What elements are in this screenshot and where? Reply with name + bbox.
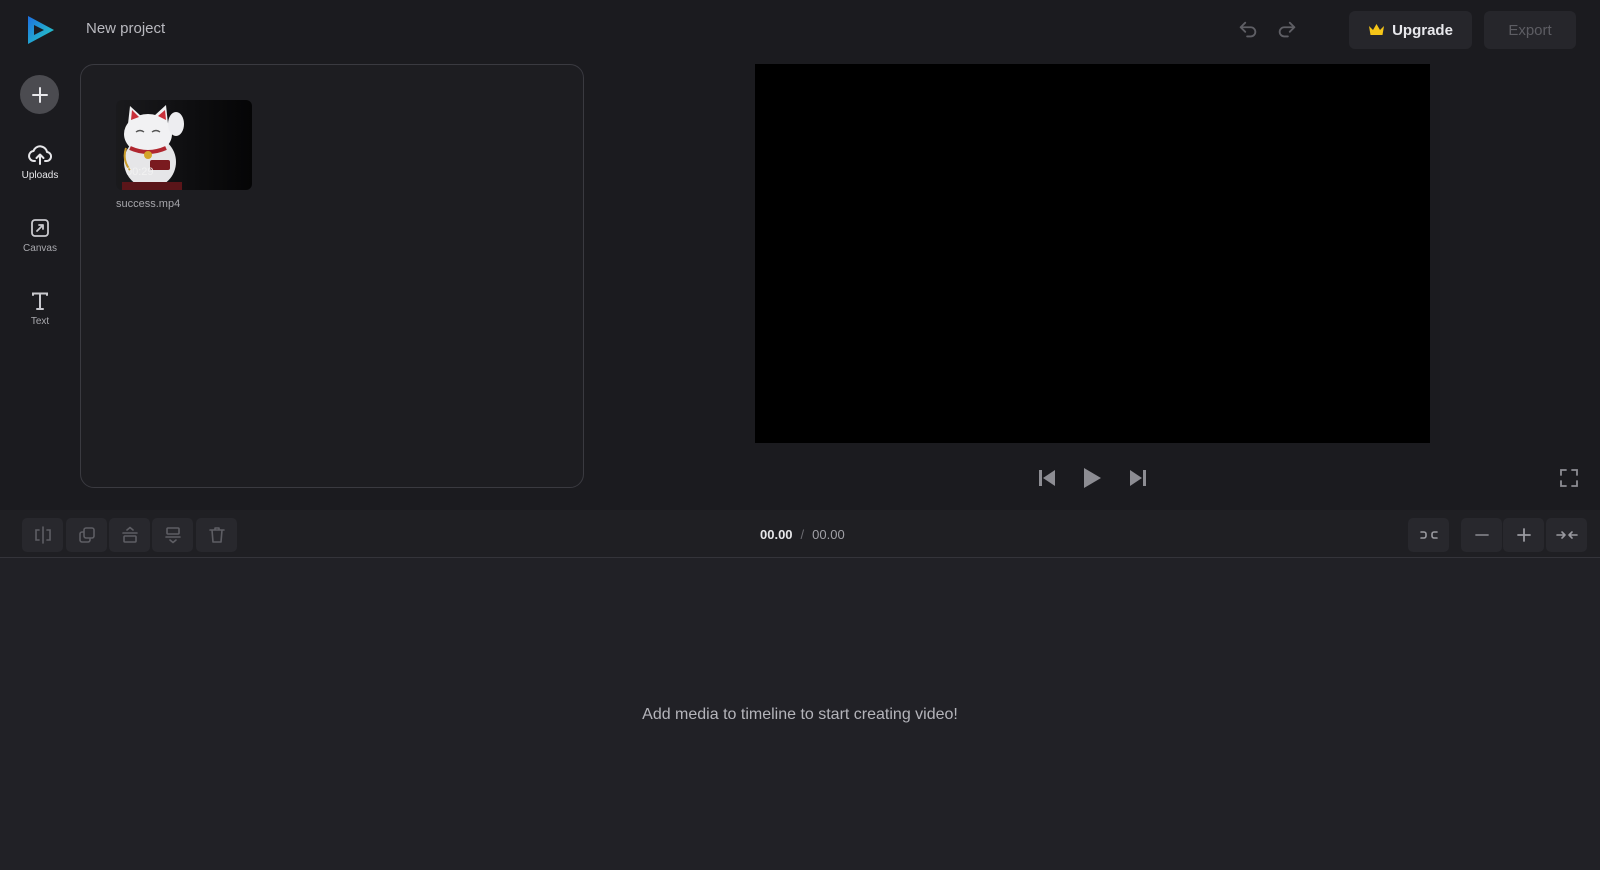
media-panel: 00:29 success.mp4 bbox=[80, 64, 584, 488]
layer-up-icon bbox=[121, 526, 138, 543]
duplicate-icon bbox=[78, 527, 95, 543]
redo-button[interactable] bbox=[1275, 18, 1299, 42]
top-bar: New project Upgrade Export bbox=[0, 0, 1600, 58]
play-button[interactable] bbox=[1078, 464, 1106, 492]
canvas-icon bbox=[31, 219, 49, 237]
delete-button[interactable] bbox=[196, 518, 237, 552]
add-media-button[interactable] bbox=[20, 75, 59, 114]
minus-icon bbox=[1474, 534, 1489, 536]
video-thumbnail[interactable]: 00:29 bbox=[116, 100, 252, 190]
fullscreen-button[interactable] bbox=[1555, 464, 1583, 492]
playback-time: 00.00 / 00.00 bbox=[760, 527, 845, 542]
video-duration: 00:29 bbox=[126, 166, 154, 178]
play-icon bbox=[1084, 468, 1101, 488]
zoom-out-button[interactable] bbox=[1461, 518, 1502, 552]
plus-icon bbox=[31, 86, 48, 103]
project-title[interactable]: New project bbox=[86, 20, 165, 37]
current-time: 00.00 bbox=[760, 527, 793, 542]
move-down-button[interactable] bbox=[152, 518, 193, 552]
layer-down-icon bbox=[164, 527, 181, 544]
move-up-button[interactable] bbox=[109, 518, 150, 552]
upgrade-button[interactable]: Upgrade bbox=[1349, 11, 1472, 49]
sidebar-item-label: Canvas bbox=[23, 243, 57, 254]
skip-forward-button[interactable] bbox=[1124, 464, 1152, 492]
text-icon bbox=[32, 292, 48, 310]
fullscreen-icon bbox=[1560, 469, 1578, 487]
fit-timeline-button[interactable] bbox=[1408, 518, 1449, 552]
collapse-timeline-button[interactable] bbox=[1546, 518, 1587, 552]
plus-icon bbox=[1516, 528, 1531, 542]
media-item[interactable]: 00:29 success.mp4 bbox=[116, 100, 252, 210]
duplicate-button[interactable] bbox=[66, 518, 107, 552]
timeline-empty-message: Add media to timeline to start creating … bbox=[642, 706, 958, 723]
sidebar-item-label: Text bbox=[30, 316, 50, 327]
skip-back-icon bbox=[1039, 470, 1055, 486]
sidebar-item-label: Uploads bbox=[21, 170, 59, 181]
total-time: 00.00 bbox=[812, 527, 845, 542]
sidebar-item-uploads[interactable]: Uploads bbox=[10, 144, 70, 200]
redo-icon bbox=[1278, 21, 1296, 38]
sidebar-item-text[interactable]: Text bbox=[10, 290, 70, 346]
trash-icon bbox=[208, 527, 225, 543]
timeline-area[interactable]: Add media to timeline to start creating … bbox=[0, 558, 1600, 870]
undo-button[interactable] bbox=[1236, 18, 1260, 42]
upload-cloud-icon bbox=[28, 145, 52, 165]
split-icon bbox=[34, 526, 51, 544]
time-separator: / bbox=[800, 527, 805, 542]
sidebar-item-canvas[interactable]: Canvas bbox=[10, 217, 70, 273]
media-file-name: success.mp4 bbox=[116, 198, 181, 210]
video-preview[interactable] bbox=[755, 64, 1430, 443]
timeline-toolbar: 00.00 / 00.00 bbox=[0, 510, 1600, 558]
skip-forward-icon bbox=[1130, 470, 1146, 486]
arrows-inward-icon bbox=[1555, 531, 1578, 539]
zoom-in-button[interactable] bbox=[1503, 518, 1544, 552]
app-logo-icon[interactable] bbox=[26, 14, 56, 46]
fit-icon bbox=[1419, 531, 1438, 539]
export-button[interactable]: Export bbox=[1484, 11, 1576, 49]
skip-back-button[interactable] bbox=[1033, 464, 1061, 492]
upgrade-label: Upgrade bbox=[1392, 21, 1453, 39]
split-button[interactable] bbox=[22, 518, 63, 552]
undo-icon bbox=[1239, 21, 1257, 38]
crown-icon bbox=[1369, 24, 1385, 35]
